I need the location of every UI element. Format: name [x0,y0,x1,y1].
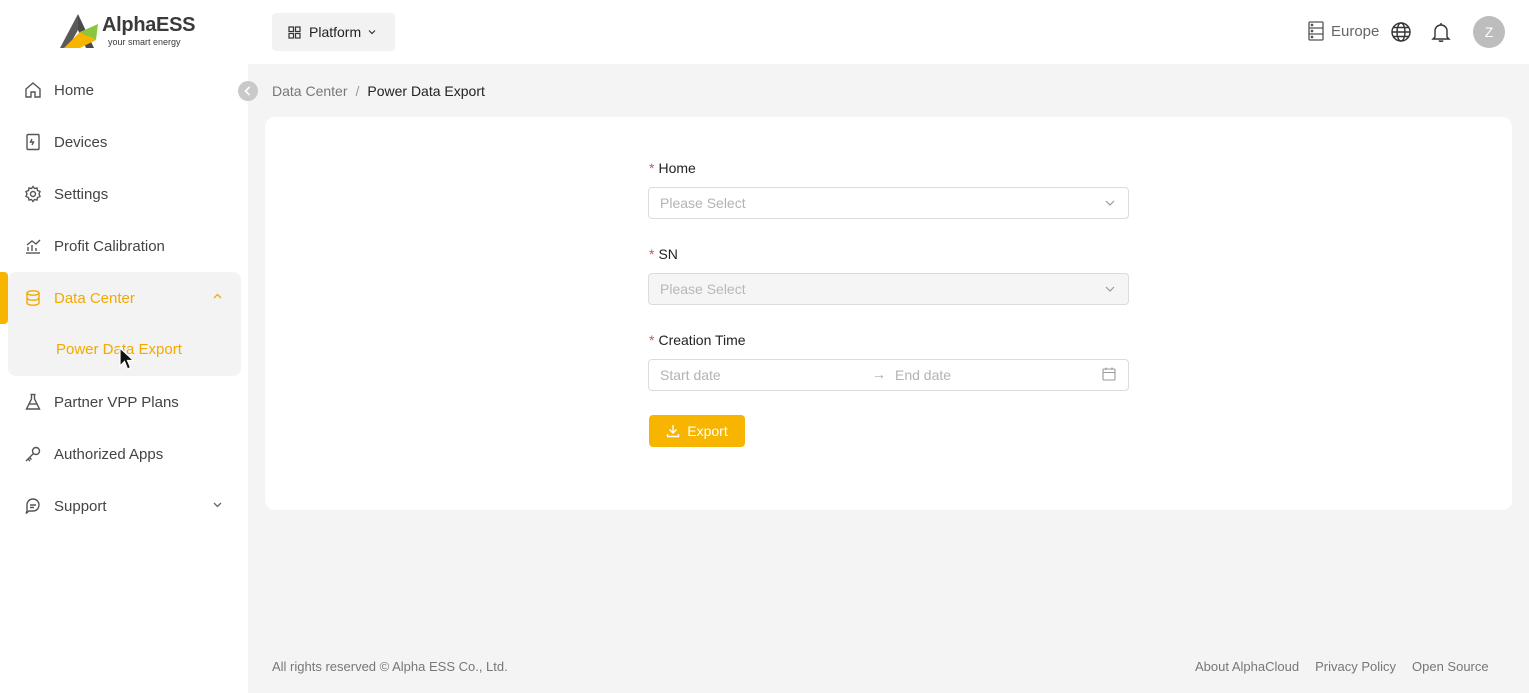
footer-links: About AlphaCloud Privacy Policy Open Sourc… [1195,659,1489,674]
sidebar-item-home[interactable]: Home [0,72,248,108]
sidebar-item-data-center[interactable]: Data Center [0,280,248,316]
breadcrumb-separator: / [355,83,360,99]
key-icon [24,445,42,463]
export-form-card [265,117,1512,510]
sidebar-item-label: Partner VPP Plans [54,393,179,411]
bell-icon [1431,23,1451,42]
database-icon [24,289,42,307]
export-button-label: Export [687,423,728,439]
sidebar-item-support[interactable]: Support [0,488,248,524]
language-button[interactable] [1390,21,1412,48]
chevron-down-icon [1105,200,1115,206]
home-label-text: Home [658,160,696,176]
chevron-down-icon [1105,286,1115,292]
required-mark: * [649,332,655,348]
sn-select-placeholder: Please Select [660,281,746,297]
footer-link-about[interactable]: About AlphaCloud [1195,659,1299,674]
breadcrumb: Data Center / Power Data Export [272,83,485,99]
notifications-button[interactable] [1430,21,1452,48]
home-select-placeholder: Please Select [660,195,746,211]
footer-copyright: All rights reserved © Alpha ESS Co., Ltd… [272,659,508,674]
alphaess-logo-icon [60,14,98,48]
sidebar-item-label: Support [54,497,107,515]
creation-time-range-picker[interactable]: Start date → End date [648,359,1129,391]
device-icon [24,133,42,151]
top-bar: Platform Europe Z [248,0,1529,64]
sidebar-item-profit-calibration[interactable]: Profit Calibration [0,228,248,264]
avatar[interactable]: Z [1473,16,1505,48]
chevron-up-icon [212,291,223,305]
mouse-cursor-icon [119,347,135,370]
flask-icon [24,393,42,411]
logo[interactable]: AlphaESS your smart energy [60,14,195,50]
arrow-right-icon: → [872,366,886,382]
platform-dropdown[interactable]: Platform [272,13,395,51]
gear-icon [24,185,42,203]
sidebar-item-label: Settings [54,185,109,203]
download-icon [667,425,680,438]
chart-icon [24,237,42,255]
required-mark: * [649,246,655,262]
footer-link-open-source[interactable]: Open Source [1412,659,1489,674]
sidebar-item-label: Devices [54,133,108,151]
sidebar-item-partner-vpp-plans[interactable]: Partner VPP Plans [0,384,248,420]
logo-tagline: your smart energy [108,37,181,47]
sidebar-item-authorized-apps[interactable]: Authorized Apps [0,436,248,472]
sidebar-item-label: Profit Calibration [54,237,165,255]
sidebar-collapse-button[interactable] [238,81,258,101]
chevron-left-icon [244,86,251,96]
region-selector[interactable]: Europe [1307,21,1379,41]
sidebar-item-label: Home [54,81,95,99]
sidebar-item-settings[interactable]: Settings [0,176,248,212]
export-button[interactable]: Export [649,415,745,447]
creation-time-field-label: * Creation Time [649,332,746,348]
breadcrumb-parent[interactable]: Data Center [272,83,347,99]
creation-time-label-text: Creation Time [658,332,746,348]
calendar-icon [1102,367,1116,381]
sidebar-item-label: Authorized Apps [54,445,164,463]
globe-icon [1391,22,1411,42]
sidebar-item-devices[interactable]: Devices [0,124,248,160]
start-date-input[interactable]: Start date [660,367,721,383]
sn-select[interactable]: Please Select [648,273,1129,305]
sidebar-item-label: Data Center [54,289,135,307]
region-label: Europe [1331,22,1380,40]
home-icon [24,81,42,99]
chevron-down-icon [368,30,376,35]
grid-icon [288,25,301,39]
home-field-label: * Home [649,160,696,176]
sn-label-text: SN [658,246,678,262]
sn-field-label: * SN [649,246,678,262]
chevron-down-icon [212,499,223,513]
sidebar: AlphaESS your smart energy Home Devices … [0,0,248,693]
home-select[interactable]: Please Select [648,187,1129,219]
footer-link-privacy[interactable]: Privacy Policy [1315,659,1396,674]
platform-label: Platform [309,24,362,40]
breadcrumb-current: Power Data Export [367,83,485,99]
support-icon [24,497,42,515]
logo-text: AlphaESS [102,14,196,36]
required-mark: * [649,160,655,176]
end-date-input[interactable]: End date [895,367,951,383]
server-icon [1308,21,1324,41]
